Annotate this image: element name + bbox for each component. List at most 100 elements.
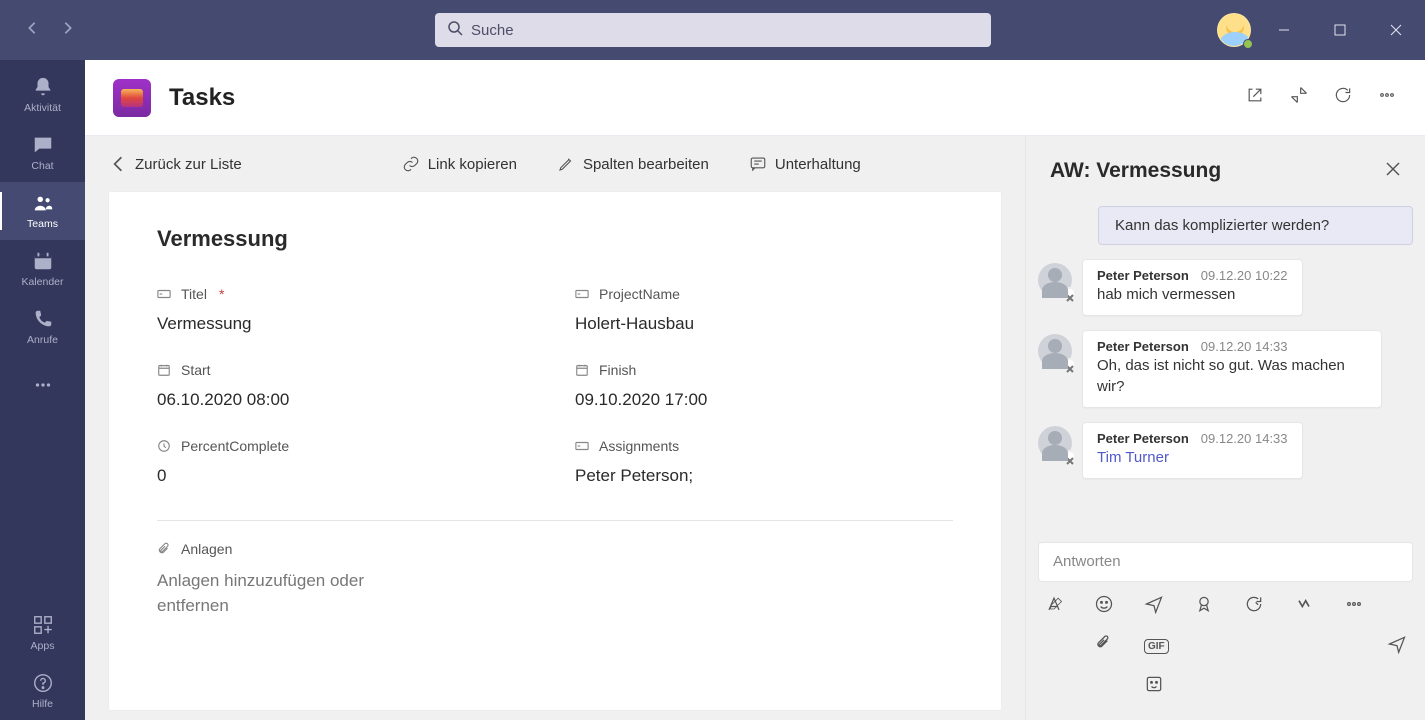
- rail-label: Hilfe: [32, 698, 53, 710]
- field-value: 0: [157, 466, 535, 486]
- titlebar-right: [1217, 13, 1425, 47]
- msg-time: 09.12.20 10:22: [1201, 268, 1288, 283]
- system-message: Kann das komplizierter werden?: [1098, 206, 1413, 245]
- field-label-text: Start: [181, 362, 211, 378]
- field-label-text: PercentComplete: [181, 438, 289, 454]
- rail-calendar[interactable]: Kalender: [0, 240, 85, 298]
- nav-back-button[interactable]: [25, 21, 39, 40]
- praise-icon[interactable]: [1194, 594, 1214, 619]
- conversation-label: Unterhaltung: [775, 156, 861, 173]
- history-nav: [0, 21, 85, 40]
- nav-forward-button[interactable]: [61, 21, 75, 40]
- tab-header: Tasks: [85, 60, 1425, 136]
- gif-icon[interactable]: GIF: [1144, 639, 1169, 654]
- rail-chat[interactable]: Chat: [0, 124, 85, 182]
- rail-apps[interactable]: Apps: [0, 604, 85, 662]
- msg-author: Peter Peterson: [1097, 431, 1189, 446]
- field-value: Holert-Hausbau: [575, 314, 953, 334]
- field-value: Peter Peterson;: [575, 466, 953, 486]
- rail-label: Apps: [31, 640, 55, 652]
- loop-icon[interactable]: [1244, 594, 1264, 619]
- field-finish[interactable]: Finish 09.10.2020 17:00: [575, 362, 953, 410]
- field-percentcomplete[interactable]: PercentComplete 0: [157, 438, 535, 486]
- avatar[interactable]: [1038, 263, 1072, 297]
- message-bubble[interactable]: Peter Peterson 09.12.20 14:33 Tim Turner: [1082, 422, 1303, 479]
- search-icon: [447, 20, 463, 41]
- window-maximize-button[interactable]: [1317, 14, 1363, 46]
- required-mark: *: [219, 286, 224, 302]
- close-conversation-button[interactable]: [1385, 159, 1401, 183]
- titlebar: [0, 0, 1425, 60]
- copy-link-button[interactable]: Link kopieren: [402, 155, 517, 173]
- message: Peter Peterson 09.12.20 14:33 Tim Turner: [1038, 422, 1413, 479]
- msg-text: Oh, das ist nicht so gut. Was machen wir…: [1097, 356, 1367, 397]
- avatar[interactable]: [1038, 426, 1072, 460]
- copy-link-label: Link kopieren: [428, 156, 517, 173]
- item-toolbar: Zurück zur Liste Link kopieren Spalten b…: [109, 136, 1001, 192]
- rail-teams[interactable]: Teams: [0, 182, 85, 240]
- popout-icon[interactable]: [1245, 85, 1265, 110]
- emoji-icon[interactable]: [1094, 594, 1114, 619]
- conversation-button[interactable]: Unterhaltung: [749, 155, 861, 173]
- more-icon[interactable]: [1377, 85, 1397, 110]
- conversation-title: AW: Vermessung: [1050, 159, 1221, 183]
- attachments-section[interactable]: Anlagen Anlagen hinzuzufügen oder entfer…: [157, 541, 953, 618]
- edit-columns-label: Spalten bearbeiten: [583, 156, 709, 173]
- search-input[interactable]: [471, 22, 979, 39]
- presence-offline-icon: [1064, 358, 1076, 370]
- rail-label: Anrufe: [27, 334, 58, 346]
- message: Peter Peterson09.12.20 10:22 hab mich ve…: [1038, 259, 1413, 316]
- edit-columns-button[interactable]: Spalten bearbeiten: [557, 155, 709, 173]
- msg-text: hab mich vermessen: [1097, 285, 1288, 305]
- back-label: Zurück zur Liste: [135, 156, 242, 173]
- rail-activity[interactable]: Aktivität: [0, 66, 85, 124]
- field-projectname[interactable]: ProjectName Holert-Hausbau: [575, 286, 953, 334]
- attach-icon[interactable]: [1094, 634, 1114, 659]
- rail-label: Teams: [27, 218, 58, 230]
- msg-time: 09.12.20 14:33: [1201, 339, 1288, 354]
- rail-help[interactable]: Hilfe: [0, 662, 85, 720]
- presence-offline-icon: [1064, 450, 1076, 462]
- back-to-list-button[interactable]: Zurück zur Liste: [109, 155, 242, 173]
- compose-toolbar: GIF: [1026, 588, 1425, 720]
- conversation-body[interactable]: Kann das komplizierter werden? Peter Pet…: [1026, 206, 1425, 538]
- avatar[interactable]: [1038, 334, 1072, 368]
- searchbox[interactable]: [435, 13, 991, 47]
- message-bubble[interactable]: Peter Peterson09.12.20 14:33 Oh, das ist…: [1082, 330, 1382, 408]
- user-avatar[interactable]: [1217, 13, 1251, 47]
- conversation-header: AW: Vermessung: [1026, 136, 1425, 206]
- collapse-icon[interactable]: [1289, 85, 1309, 110]
- app-rail: Aktivität Chat Teams Kalender Anrufe App…: [0, 60, 85, 720]
- sticker-icon[interactable]: [1144, 674, 1164, 699]
- reply-box[interactable]: [1038, 542, 1413, 582]
- format-icon[interactable]: [1044, 594, 1064, 619]
- window-minimize-button[interactable]: [1261, 14, 1307, 46]
- attachments-label: Anlagen: [181, 541, 232, 557]
- content: Zurück zur Liste Link kopieren Spalten b…: [85, 136, 1425, 720]
- more-compose-icon[interactable]: [1344, 594, 1364, 619]
- rail-label: Kalender: [21, 276, 63, 288]
- mention[interactable]: Tim Turner: [1097, 449, 1169, 466]
- teams-addon-icon[interactable]: [1294, 594, 1314, 619]
- reply-input[interactable]: [1053, 553, 1398, 570]
- rail-label: Aktivität: [24, 102, 61, 114]
- msg-time: 09.12.20 14:33: [1201, 431, 1288, 446]
- field-start[interactable]: Start 06.10.2020 08:00: [157, 362, 535, 410]
- message: Peter Peterson09.12.20 14:33 Oh, das ist…: [1038, 330, 1413, 408]
- conversation-pane: AW: Vermessung Kann das komplizierter we…: [1025, 136, 1425, 720]
- message-bubble[interactable]: Peter Peterson09.12.20 10:22 hab mich ve…: [1082, 259, 1303, 316]
- attachments-placeholder: Anlagen hinzuzufügen oder entfernen: [157, 569, 417, 618]
- field-label-text: ProjectName: [599, 286, 680, 302]
- window-close-button[interactable]: [1373, 14, 1419, 46]
- send-alt-icon[interactable]: [1144, 594, 1164, 619]
- detail-pane: Zurück zur Liste Link kopieren Spalten b…: [85, 136, 1025, 720]
- rail-calls[interactable]: Anrufe: [0, 298, 85, 356]
- rail-more[interactable]: [0, 356, 85, 414]
- field-assignments[interactable]: Assignments Peter Peterson;: [575, 438, 953, 486]
- main: Tasks Zurück zur Liste Link kopieren: [85, 60, 1425, 720]
- field-value: Vermessung: [157, 314, 535, 334]
- send-button[interactable]: [1387, 634, 1407, 659]
- field-label-text: Titel: [181, 286, 207, 302]
- refresh-icon[interactable]: [1333, 85, 1353, 110]
- field-title[interactable]: Titel * Vermessung: [157, 286, 535, 334]
